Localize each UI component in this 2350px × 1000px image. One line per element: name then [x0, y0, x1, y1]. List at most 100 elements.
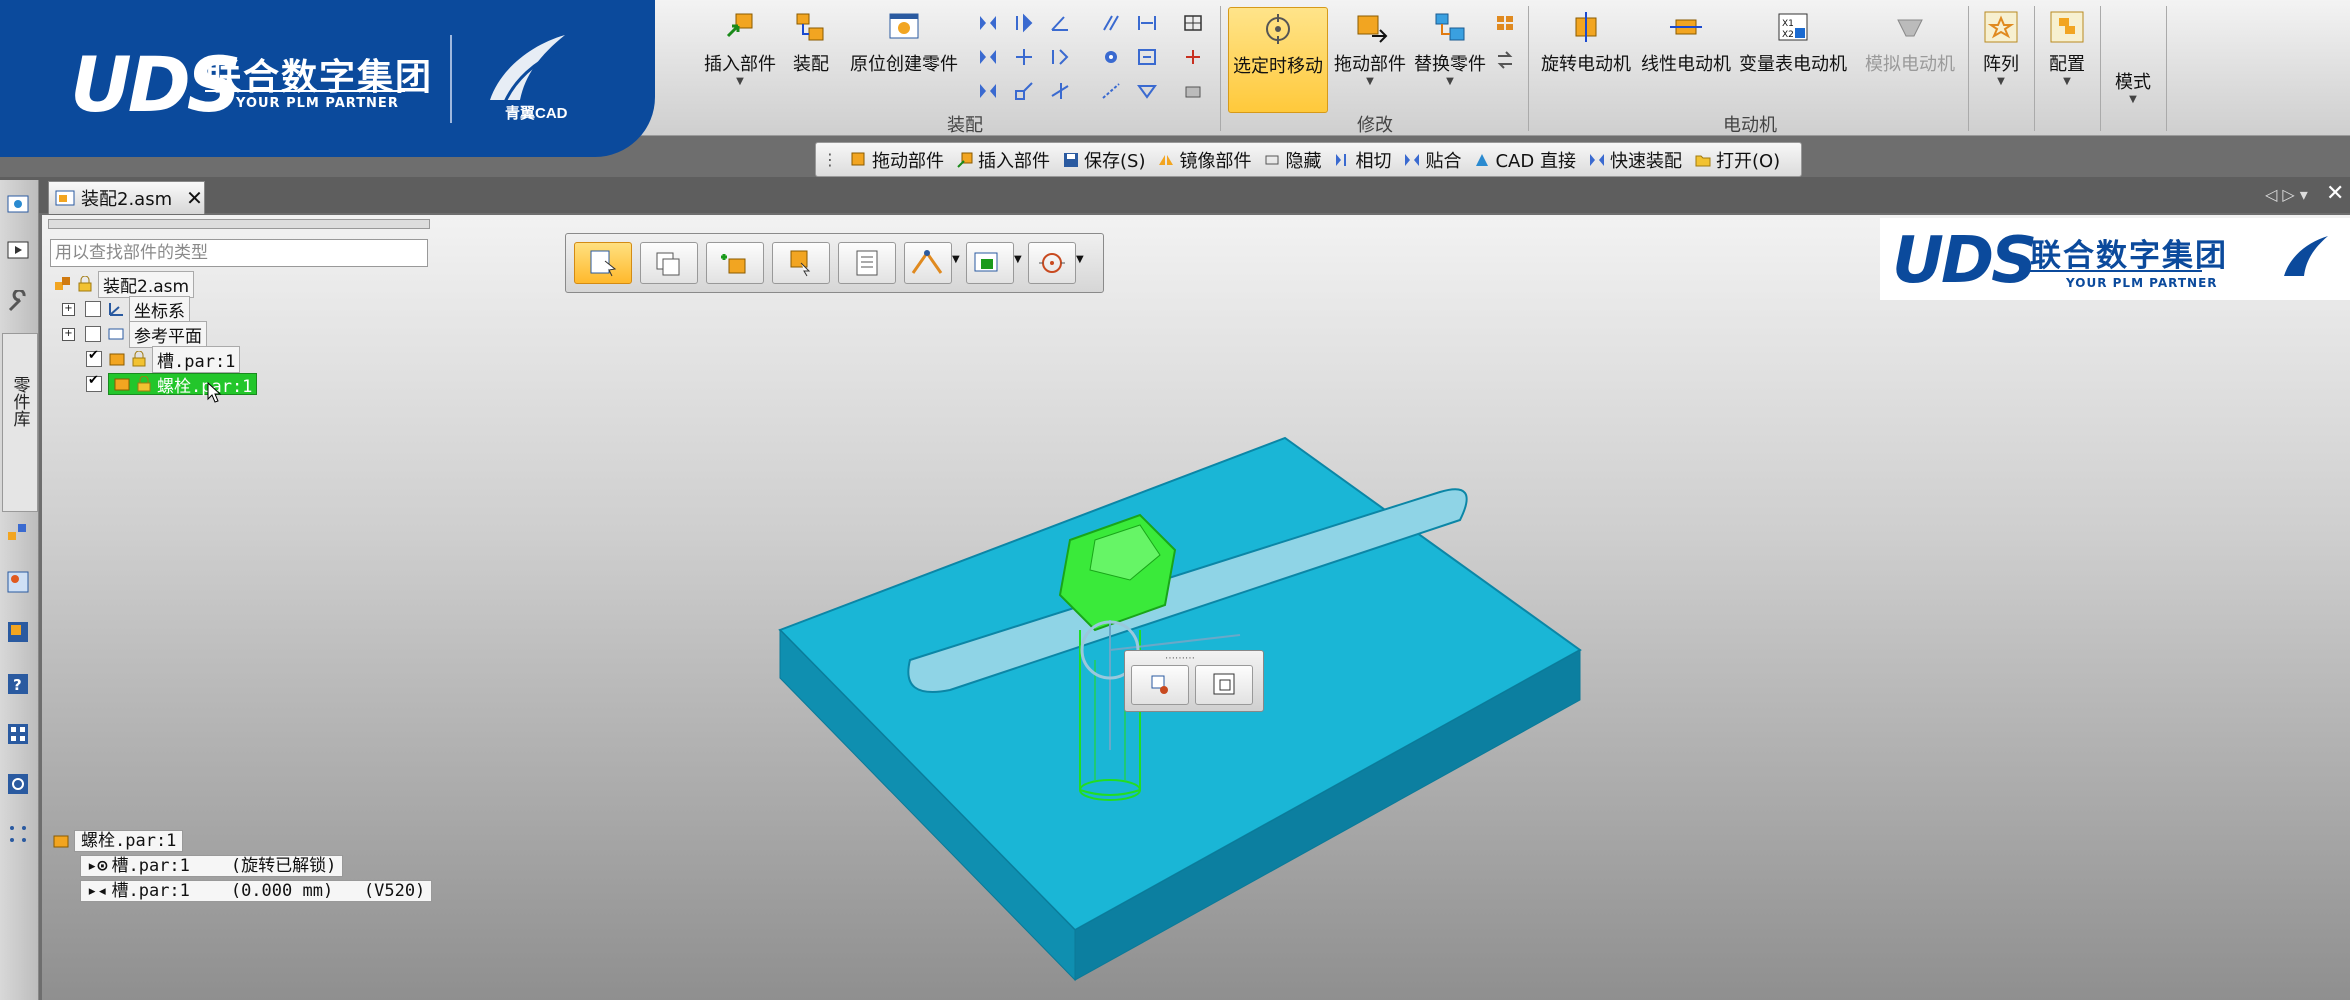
grid-view-icon[interactable]: [6, 722, 30, 746]
quick-drag-part[interactable]: 拖动部件: [850, 147, 944, 173]
appearance-icon[interactable]: [6, 620, 30, 644]
quick-insert-part-label: 插入部件: [978, 150, 1050, 172]
list-button[interactable]: [838, 242, 896, 284]
close-window-icon[interactable]: ✕: [2326, 181, 2344, 206]
pin-red-icon[interactable]: [1182, 47, 1204, 67]
slash-tool-icon[interactable]: [1100, 13, 1122, 33]
wrench-icon[interactable]: [6, 290, 30, 314]
quick-mirror-part[interactable]: 镜像部件: [1157, 147, 1251, 173]
rotary-motor-button[interactable]: 旋转电动机: [1536, 10, 1636, 76]
quick-hide[interactable]: 隐藏: [1263, 147, 1321, 173]
chevron-down-icon[interactable]: ▼: [952, 254, 960, 265]
path-icon[interactable]: [1100, 81, 1122, 101]
replace-part-button[interactable]: 替换零件 ▼: [1410, 10, 1490, 87]
settings-icon[interactable]: [6, 772, 30, 796]
transfer-icon[interactable]: [1494, 50, 1516, 70]
print-icon[interactable]: [1182, 81, 1204, 101]
modes-button[interactable]: 模式 ▼: [2106, 68, 2160, 105]
chevron-down-icon[interactable]: ▼: [1076, 254, 1084, 265]
quick-cad-direct[interactable]: CAD 直接: [1473, 147, 1576, 173]
visibility-checkbox[interactable]: [85, 301, 101, 317]
grid-icon[interactable]: [1182, 13, 1204, 33]
configuration-icon: [2050, 11, 2084, 43]
grip-icon[interactable]: ⋮: [822, 150, 838, 169]
relationship-title-row[interactable]: 螺栓.par:1: [52, 830, 184, 852]
options-dropdown-2[interactable]: [966, 242, 1014, 284]
more-icon[interactable]: [6, 822, 30, 846]
popup-grip[interactable]: ⋯⋯⋯: [1165, 653, 1195, 664]
visibility-checkbox[interactable]: [86, 373, 102, 392]
tangent-icon[interactable]: [1049, 81, 1071, 101]
drag-part-button[interactable]: 拖动部件 ▼: [1330, 10, 1410, 87]
assembly-model[interactable]: [760, 420, 1830, 1000]
tree-node-reference-planes[interactable]: + 参考平面: [62, 320, 207, 348]
chevron-down-icon[interactable]: ▼: [1410, 76, 1490, 87]
grid-part-icon[interactable]: [1494, 13, 1516, 33]
chevron-down-icon[interactable]: ▼: [1014, 254, 1022, 265]
relationship-row[interactable]: ▸◂ 槽.par:1 (0.000 mm) (V520): [80, 880, 433, 902]
frame-icon: [1213, 673, 1235, 695]
options-dropdown-1[interactable]: [904, 242, 952, 284]
visibility-checkbox[interactable]: [86, 348, 102, 367]
popup-relationship-button[interactable]: [1131, 665, 1189, 705]
parallel-icon[interactable]: [1013, 81, 1035, 101]
document-tab[interactable]: 装配2.asm ✕: [48, 181, 205, 214]
options-dropdown-3[interactable]: [1028, 242, 1076, 284]
insert-part-button[interactable]: 插入部件 ▼: [700, 10, 780, 87]
visibility-checkbox[interactable]: [85, 326, 101, 342]
pathfinder-icon[interactable]: [6, 192, 30, 216]
pattern-button[interactable]: 阵列 ▼: [1974, 10, 2028, 87]
cam-icon[interactable]: [1136, 81, 1158, 101]
help-icon[interactable]: ?: [6, 672, 30, 696]
popup-frame-button[interactable]: [1195, 665, 1253, 705]
part-search-input[interactable]: 用以查找部件的类型: [50, 239, 428, 267]
expand-icon[interactable]: +: [62, 327, 75, 341]
copy-step-button[interactable]: [640, 242, 698, 284]
tab-nav-arrows[interactable]: ◁ ▷ ▾: [2265, 185, 2308, 204]
chevron-down-icon[interactable]: ▼: [700, 76, 780, 87]
linear-motor-button[interactable]: 线性电动机: [1636, 10, 1736, 76]
select-step-button[interactable]: [574, 242, 632, 284]
animation-icon[interactable]: [6, 238, 30, 262]
mate-icon[interactable]: [977, 47, 999, 67]
tree-node-slot-part[interactable]: 槽.par:1: [86, 345, 241, 373]
flip-icon[interactable]: [977, 13, 999, 33]
layers-icon[interactable]: [6, 570, 30, 594]
quick-tangent[interactable]: 相切: [1333, 147, 1391, 173]
variable-table-motor-button[interactable]: X1 X2 变量表电动机: [1736, 10, 1850, 76]
quick-open[interactable]: 打开(O): [1694, 147, 1780, 173]
chevron-down-icon[interactable]: ▼: [2040, 76, 2094, 87]
tree-root[interactable]: 装配2.asm: [54, 270, 195, 298]
connect-icon[interactable]: [977, 81, 999, 101]
relationship-row[interactable]: ▸⊙ 槽.par:1 (旋转已解锁): [80, 855, 344, 877]
tree-node-bolt-part[interactable]: 螺栓.par:1: [86, 373, 258, 397]
assemble-button[interactable]: 装配: [788, 10, 834, 76]
group-label-assembly: 装配: [947, 115, 983, 136]
quick-mate[interactable]: 贴合: [1403, 147, 1461, 173]
rigid-icon[interactable]: [1136, 47, 1158, 67]
distance-icon[interactable]: [1136, 13, 1158, 33]
chevron-down-icon[interactable]: ▼: [2106, 94, 2160, 105]
expand-icon[interactable]: +: [62, 302, 75, 316]
chevron-down-icon[interactable]: ▼: [1330, 76, 1410, 87]
gear-link-icon[interactable]: [1100, 47, 1122, 67]
angle-icon[interactable]: [1049, 13, 1071, 33]
watermark-tagline: YOUR PLM PARTNER: [2066, 276, 2218, 290]
move-part-button[interactable]: [772, 242, 830, 284]
close-icon[interactable]: ✕: [186, 186, 203, 210]
tree-node-coordinate-systems[interactable]: + 坐标系: [62, 295, 190, 323]
axial-align-icon[interactable]: [1013, 47, 1035, 67]
parts-library-tab[interactable]: 零件库: [2, 333, 38, 512]
quick-fast-assemble[interactable]: 快速装配: [1588, 147, 1682, 173]
move-on-select-content[interactable]: 选定时移动: [1228, 12, 1328, 78]
chevron-down-icon[interactable]: ▼: [1974, 76, 2028, 87]
quick-insert-part[interactable]: 插入部件: [956, 147, 1050, 173]
create-in-place-button[interactable]: 原位创建零件: [846, 10, 962, 76]
insert-icon[interactable]: [1049, 47, 1071, 67]
assembly-tree-icon[interactable]: [6, 520, 30, 544]
align-icon[interactable]: [1013, 13, 1035, 33]
tree-grip[interactable]: [48, 219, 430, 229]
configuration-button[interactable]: 配置 ▼: [2040, 10, 2094, 87]
quick-save[interactable]: 保存(S): [1062, 147, 1145, 173]
add-part-button[interactable]: [706, 242, 764, 284]
